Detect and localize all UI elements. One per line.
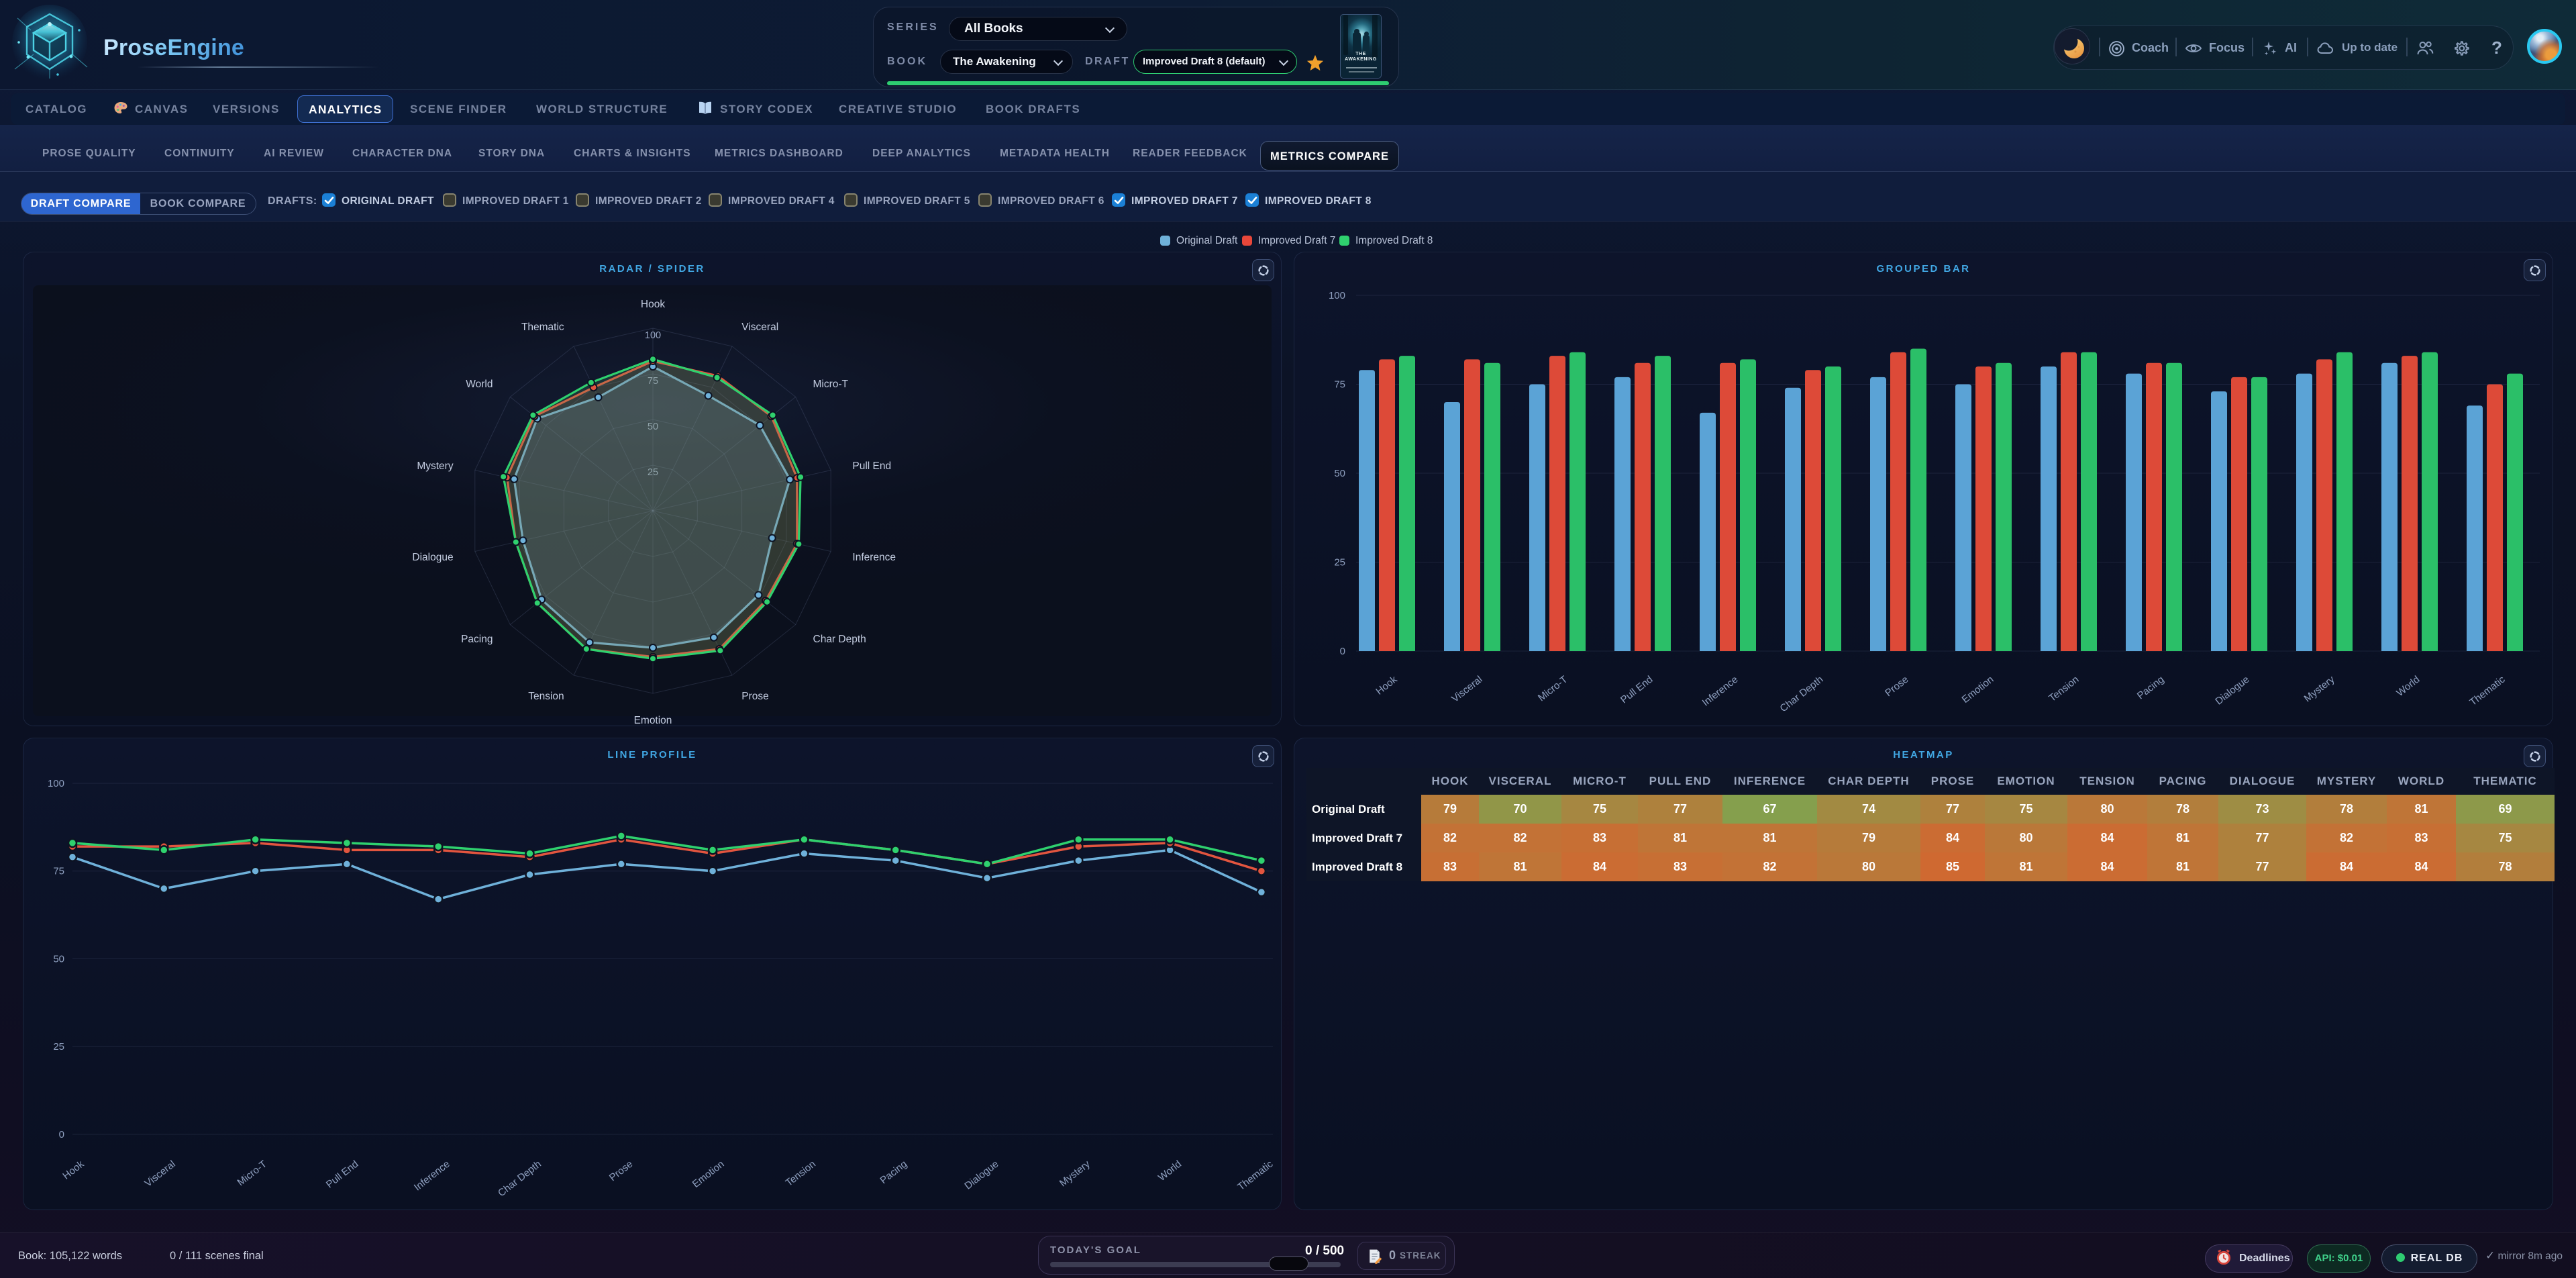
svg-text:Hook: Hook <box>641 299 665 310</box>
svg-text:Mystery: Mystery <box>1058 1158 1092 1189</box>
svg-text:0: 0 <box>1340 646 1345 657</box>
svg-text:Thematic: Thematic <box>1235 1158 1275 1193</box>
svg-text:75: 75 <box>53 866 64 877</box>
svg-text:50: 50 <box>53 954 64 965</box>
svg-text:75: 75 <box>1334 379 1345 391</box>
svg-text:Emotion: Emotion <box>690 1159 727 1190</box>
svg-text:Dialogue: Dialogue <box>962 1159 1000 1192</box>
svg-text:Emotion: Emotion <box>1960 674 1996 705</box>
svg-text:Inference: Inference <box>1700 674 1741 709</box>
svg-text:50: 50 <box>1334 468 1345 479</box>
svg-text:Micro-T: Micro-T <box>813 379 849 390</box>
svg-text:Tension: Tension <box>528 691 564 702</box>
svg-text:0: 0 <box>59 1129 64 1140</box>
svg-text:100: 100 <box>48 778 64 789</box>
svg-text:Pull End: Pull End <box>324 1159 360 1191</box>
svg-text:Hook: Hook <box>1374 673 1399 697</box>
svg-text:Char Depth: Char Depth <box>1778 674 1826 715</box>
svg-text:100: 100 <box>1329 290 1345 301</box>
svg-text:25: 25 <box>53 1041 64 1052</box>
svg-text:Visceral: Visceral <box>1449 674 1484 705</box>
svg-text:Prose: Prose <box>741 691 769 702</box>
svg-text:Pacing: Pacing <box>2135 674 2167 702</box>
svg-text:Emotion: Emotion <box>634 715 672 726</box>
svg-text:Inference: Inference <box>852 552 896 563</box>
svg-text:World: World <box>466 379 493 390</box>
svg-text:World: World <box>1156 1159 1184 1183</box>
svg-text:Pull End: Pull End <box>852 460 891 472</box>
svg-text:Char Depth: Char Depth <box>813 634 866 645</box>
svg-text:Thematic: Thematic <box>2467 673 2507 708</box>
svg-text:100: 100 <box>645 330 661 341</box>
svg-text:Mystery: Mystery <box>2302 673 2337 704</box>
svg-text:Pull End: Pull End <box>1618 674 1655 706</box>
svg-text:Mystery: Mystery <box>417 460 454 472</box>
svg-text:Hook: Hook <box>60 1158 86 1181</box>
svg-text:Pacing: Pacing <box>878 1159 910 1187</box>
svg-text:Dialogue: Dialogue <box>2213 674 2251 707</box>
svg-text:Prose: Prose <box>607 1159 635 1184</box>
svg-text:Visceral: Visceral <box>741 322 778 333</box>
svg-text:25: 25 <box>1334 557 1345 569</box>
svg-text:Prose: Prose <box>1883 674 1910 699</box>
svg-text:Micro-T: Micro-T <box>1536 674 1570 704</box>
svg-text:Pacing: Pacing <box>461 634 493 645</box>
svg-text:Micro-T: Micro-T <box>236 1159 270 1189</box>
svg-text:Tension: Tension <box>784 1159 818 1189</box>
svg-text:Tension: Tension <box>2047 674 2081 704</box>
svg-text:World: World <box>2394 674 2422 699</box>
svg-text:Visceral: Visceral <box>142 1159 177 1189</box>
svg-text:Char Depth: Char Depth <box>496 1159 544 1199</box>
svg-text:Thematic: Thematic <box>521 322 564 333</box>
svg-text:Dialogue: Dialogue <box>412 552 453 563</box>
svg-text:Inference: Inference <box>412 1159 452 1193</box>
